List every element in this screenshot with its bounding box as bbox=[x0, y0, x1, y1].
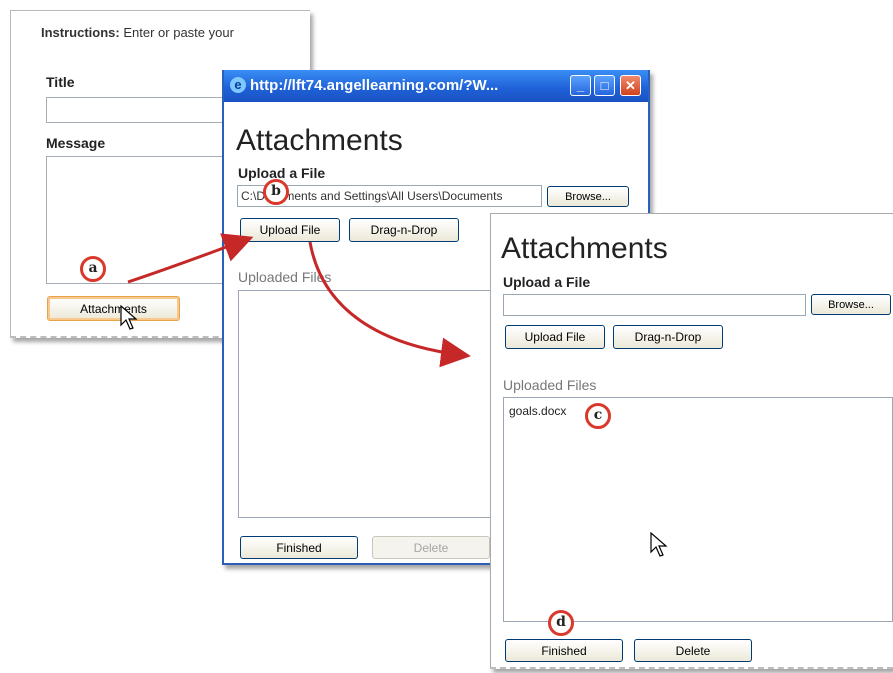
callout-d: d bbox=[548, 610, 574, 636]
mouse-pointer-icon bbox=[650, 532, 668, 557]
instructions-text: Enter or paste your bbox=[123, 25, 234, 40]
result-heading: Attachments bbox=[501, 232, 668, 265]
close-icon[interactable]: ✕ bbox=[620, 75, 641, 96]
attachments-result-panel: Attachments Upload a File Browse... Uplo… bbox=[490, 213, 893, 669]
popup-heading: Attachments bbox=[236, 124, 403, 157]
upload-file-button[interactable]: Upload File bbox=[240, 218, 340, 242]
instructions-label: Instructions: bbox=[41, 25, 120, 40]
delete-button[interactable]: Delete bbox=[372, 536, 490, 559]
attachments-button[interactable]: Attachments bbox=[47, 296, 180, 321]
result-finished-button[interactable]: Finished bbox=[505, 639, 623, 662]
ie-icon: e bbox=[230, 77, 246, 93]
result-browse-button[interactable]: Browse... bbox=[811, 294, 891, 315]
minimize-icon[interactable]: _ bbox=[570, 75, 591, 96]
callout-a: a bbox=[80, 256, 106, 282]
uploaded-files-list[interactable] bbox=[238, 290, 498, 518]
window-url: http://lft74.angellearning.com/?W... bbox=[250, 77, 499, 94]
result-file-input[interactable] bbox=[503, 294, 806, 316]
result-uploaded-files-list[interactable]: goals.docx bbox=[503, 397, 893, 622]
maximize-icon[interactable]: □ bbox=[594, 75, 615, 96]
window-titlebar[interactable]: e http://lft74.angellearning.com/?W... _… bbox=[224, 70, 648, 102]
result-drag-n-drop-button[interactable]: Drag-n-Drop bbox=[613, 325, 723, 349]
mouse-pointer-icon bbox=[120, 305, 138, 330]
result-upload-label: Upload a File bbox=[503, 274, 591, 290]
browse-button[interactable]: Browse... bbox=[547, 186, 629, 207]
message-label: Message bbox=[46, 135, 106, 151]
result-delete-button[interactable]: Delete bbox=[634, 639, 752, 662]
upload-file-label: Upload a File bbox=[238, 165, 326, 181]
result-uploaded-files-label: Uploaded Files bbox=[503, 377, 597, 393]
instructions-line: Instructions: Enter or paste your bbox=[41, 25, 234, 40]
drag-n-drop-button[interactable]: Drag-n-Drop bbox=[349, 218, 459, 242]
title-label: Title bbox=[46, 74, 75, 90]
result-upload-file-button[interactable]: Upload File bbox=[505, 325, 605, 349]
uploaded-file-item[interactable]: goals.docx bbox=[509, 404, 566, 418]
callout-c: c bbox=[585, 403, 611, 429]
callout-b: b bbox=[263, 179, 289, 205]
uploaded-files-label: Uploaded Files bbox=[238, 269, 332, 285]
finished-button[interactable]: Finished bbox=[240, 536, 358, 559]
